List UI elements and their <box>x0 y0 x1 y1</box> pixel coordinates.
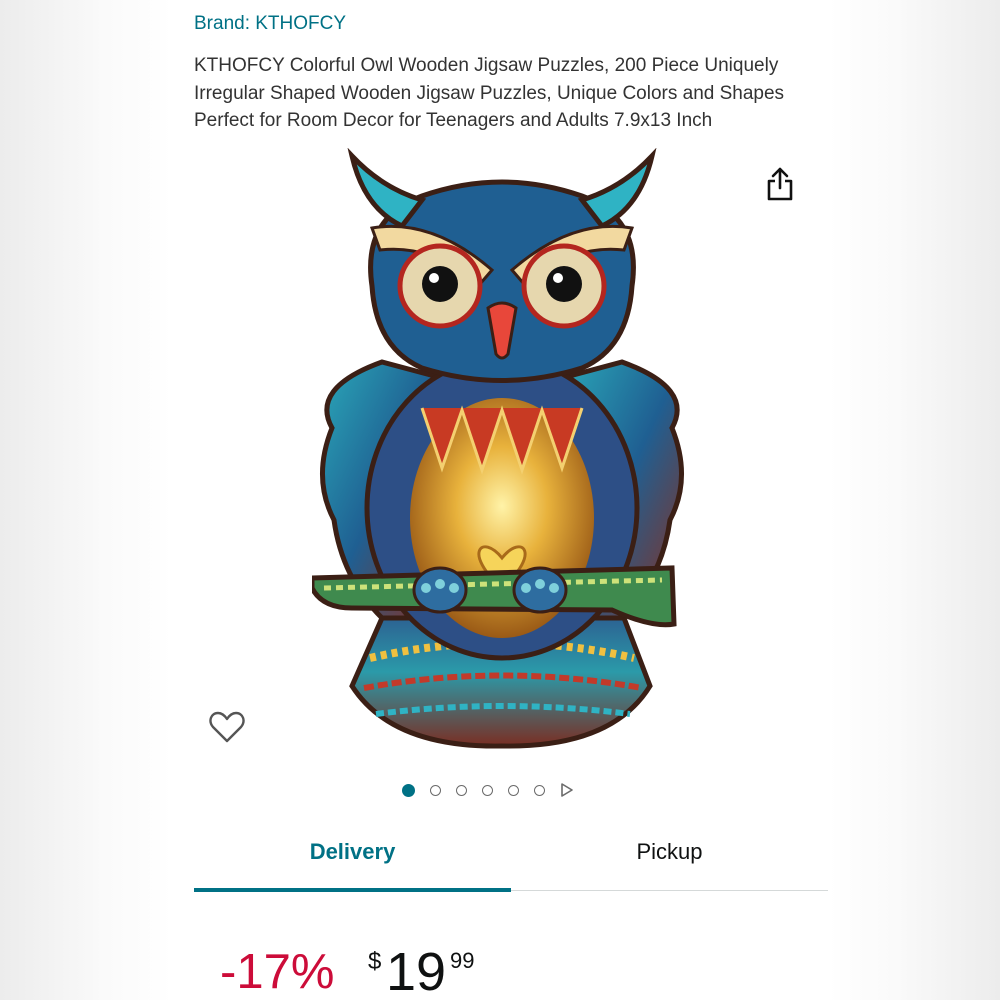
tab-pickup[interactable]: Pickup <box>511 826 828 890</box>
product-title: KTHOFCY Colorful Owl Wooden Jigsaw Puzzl… <box>194 55 785 131</box>
heart-outline-icon[interactable] <box>208 708 246 746</box>
pagination-dot-6[interactable] <box>534 784 545 796</box>
share-icon[interactable] <box>765 166 795 202</box>
price-whole: 19 <box>386 942 447 1000</box>
pagination-dot-1[interactable] <box>402 783 415 797</box>
product-screen: Brand: KTHOFCY KTHOFCY Colorful Owl Wood… <box>172 0 828 1000</box>
brand-link[interactable]: Brand: KTHOFCY <box>194 13 346 35</box>
product-image-owl-puzzle[interactable] <box>312 148 692 752</box>
play-triangle-icon[interactable] <box>560 783 574 797</box>
fulfillment-tabs: Delivery Pickup <box>194 826 828 892</box>
pagination-dot-5[interactable] <box>508 784 519 796</box>
pagination-dot-4[interactable] <box>482 784 493 796</box>
discount-percentage: -17% <box>220 945 335 999</box>
price-currency-symbol: $ <box>368 948 382 975</box>
tab-delivery[interactable]: Delivery <box>194 826 511 892</box>
image-pagination <box>402 781 574 799</box>
price-fraction: 99 <box>450 948 475 973</box>
left-backdrop <box>0 0 172 1000</box>
pagination-dot-2[interactable] <box>430 784 441 796</box>
pagination-dot-3[interactable] <box>456 784 467 796</box>
right-backdrop <box>828 0 1000 1000</box>
